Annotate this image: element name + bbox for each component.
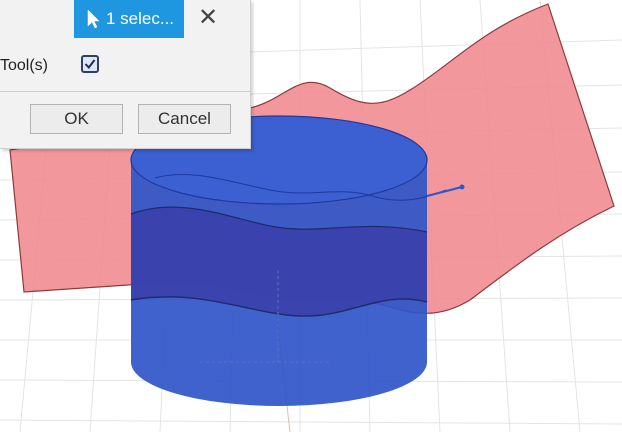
tools-checkbox[interactable] [81, 55, 99, 73]
dialog-divider [0, 91, 250, 92]
close-icon[interactable]: ✕ [196, 5, 220, 31]
tools-label: Tool(s) [0, 57, 49, 74]
cancel-button[interactable]: Cancel [138, 104, 231, 134]
selection-button[interactable]: 1 selec... [74, 0, 184, 38]
checkmark-icon [84, 59, 96, 70]
blue-cylinder[interactable] [130, 115, 465, 406]
operation-dialog: 1 selec... ✕ Tool(s) OK Cancel [0, 0, 251, 149]
selection-count-label: 1 selec... [106, 9, 175, 28]
cursor-arrow-icon [87, 9, 100, 29]
ok-button[interactable]: OK [30, 104, 123, 134]
